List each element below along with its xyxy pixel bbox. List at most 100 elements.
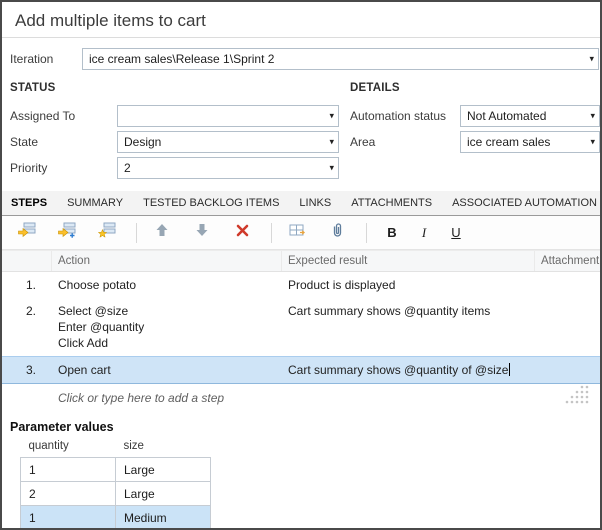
delete-step-button[interactable] — [229, 221, 255, 245]
step-number[interactable]: 2. — [2, 303, 52, 351]
add-step-hint[interactable]: Click or type here to add a step — [2, 384, 600, 412]
assigned-to-combobox[interactable]: ▾ — [117, 105, 339, 127]
parameter-row[interactable]: 2 Large — [21, 482, 211, 506]
state-label: State — [10, 135, 117, 149]
param-cell-size[interactable]: Large — [116, 458, 211, 482]
details-heading: DETAILS — [350, 82, 600, 96]
param-cell-quantity[interactable]: 1 — [21, 458, 116, 482]
assigned-to-row: Assigned To ▾ — [10, 105, 340, 127]
insert-parameter-icon — [289, 223, 306, 242]
step-number[interactable]: 1. — [2, 277, 52, 293]
add-attachment-button[interactable] — [324, 221, 350, 245]
page-title: Add multiple items to cart — [2, 2, 600, 38]
param-cell-quantity[interactable]: 1 — [21, 506, 116, 530]
tab-attachments[interactable]: ATTACHMENTS — [341, 191, 442, 215]
step-expected[interactable]: Cart summary shows @quantity of @size — [282, 362, 535, 378]
state-value: Design — [124, 135, 161, 149]
expected-result-column-header: Expected result — [282, 251, 535, 271]
move-up-icon — [155, 223, 169, 242]
tab-summary[interactable]: SUMMARY — [57, 191, 133, 215]
insert-step-with-result-icon — [58, 222, 76, 243]
parameter-row-selected[interactable]: 1 Medium — [21, 506, 211, 530]
insert-parameter-button[interactable] — [284, 221, 310, 245]
italic-button[interactable]: I — [411, 221, 437, 245]
priority-row: Priority 2 ▾ — [10, 157, 340, 179]
param-cell-quantity[interactable]: 2 — [21, 482, 116, 506]
move-step-up-button[interactable] — [149, 221, 175, 245]
tab-tested-backlog-items[interactable]: TESTED BACKLOG ITEMS — [133, 191, 289, 215]
param-cell-size[interactable]: Medium — [116, 506, 211, 530]
chevron-down-icon: ▾ — [329, 112, 334, 121]
step-expected[interactable]: Cart summary shows @quantity items — [282, 303, 535, 351]
tab-associated-automation[interactable]: ASSOCIATED AUTOMATION — [442, 191, 602, 215]
details-section: DETAILS Automation status Not Automated … — [350, 80, 600, 183]
step-attachment[interactable] — [535, 303, 600, 351]
param-column-size: size — [116, 438, 211, 458]
automation-status-combobox[interactable]: Not Automated ▾ — [460, 105, 600, 127]
step-action[interactable]: Open cart — [52, 362, 282, 378]
toolbar-separator — [271, 223, 272, 243]
grid-resize-grip-icon[interactable] — [560, 384, 590, 406]
priority-value: 2 — [124, 161, 131, 175]
insert-shared-steps-button[interactable] — [94, 221, 120, 245]
toolbar-separator — [136, 223, 137, 243]
state-combobox[interactable]: Design ▾ — [117, 131, 339, 153]
area-combobox[interactable]: ice cream sales ▾ — [460, 131, 600, 153]
underline-button[interactable]: U — [443, 221, 469, 245]
iteration-combobox[interactable]: ice cream sales\Release 1\Sprint 2 ▾ — [82, 48, 599, 70]
area-row: Area ice cream sales ▾ — [350, 131, 600, 153]
step-attachment[interactable] — [535, 362, 600, 378]
status-section: STATUS Assigned To ▾ State Design ▾ Prio… — [10, 80, 340, 183]
parameter-values-section: Parameter values quantity size 1 Large 2… — [10, 420, 600, 530]
param-cell-size[interactable]: Large — [116, 482, 211, 506]
parameter-row[interactable]: 1 Large — [21, 458, 211, 482]
status-details-form: STATUS Assigned To ▾ State Design ▾ Prio… — [10, 80, 600, 183]
bold-button[interactable]: B — [379, 221, 405, 245]
steps-grid: Action Expected result Attachment 1. Cho… — [2, 250, 600, 412]
chevron-down-icon: ▾ — [590, 112, 595, 121]
step-row[interactable]: 1. Choose potato Product is displayed — [2, 272, 600, 298]
status-heading: STATUS — [10, 82, 340, 96]
chevron-down-icon: ▾ — [590, 138, 595, 147]
step-action[interactable]: Select @size Enter @quantity Click Add — [52, 303, 282, 351]
insert-step-button[interactable] — [14, 221, 40, 245]
text-caret — [509, 363, 510, 376]
area-value: ice cream sales — [467, 135, 550, 149]
step-number-column-header — [2, 251, 52, 271]
chevron-down-icon: ▾ — [329, 138, 334, 147]
chevron-down-icon: ▾ — [329, 164, 334, 173]
parameter-table: quantity size 1 Large 2 Large 1 Medium — [20, 438, 211, 530]
step-row-selected[interactable]: 3. Open cart Cart summary shows @quantit… — [2, 356, 600, 384]
action-column-header: Action — [52, 251, 282, 271]
steps-grid-header: Action Expected result Attachment — [2, 250, 600, 272]
automation-status-value: Not Automated — [467, 109, 546, 123]
priority-combobox[interactable]: 2 ▾ — [117, 157, 339, 179]
step-action[interactable]: Choose potato — [52, 277, 282, 293]
automation-status-label: Automation status — [350, 109, 460, 123]
tab-strip: STEPS SUMMARY TESTED BACKLOG ITEMS LINKS… — [2, 191, 600, 216]
parameter-values-heading: Parameter values — [10, 420, 600, 434]
area-label: Area — [350, 135, 460, 149]
state-row: State Design ▾ — [10, 131, 340, 153]
automation-status-row: Automation status Not Automated ▾ — [350, 105, 600, 127]
step-attachment[interactable] — [535, 277, 600, 293]
assigned-to-label: Assigned To — [10, 109, 117, 123]
step-expected-text: Cart summary shows @quantity of @size — [288, 363, 508, 377]
delete-icon — [236, 224, 249, 242]
insert-step-icon — [18, 222, 36, 243]
tab-links[interactable]: LINKS — [289, 191, 341, 215]
move-down-icon — [195, 223, 209, 242]
toolbar-separator — [366, 223, 367, 243]
step-row[interactable]: 2. Select @size Enter @quantity Click Ad… — [2, 298, 600, 356]
insert-step-with-result-button[interactable] — [54, 221, 80, 245]
iteration-field-row: Iteration ice cream sales\Release 1\Spri… — [10, 48, 599, 70]
step-number[interactable]: 3. — [2, 362, 52, 378]
priority-label: Priority — [10, 161, 117, 175]
tab-steps[interactable]: STEPS — [8, 191, 57, 215]
step-expected[interactable]: Product is displayed — [282, 277, 535, 293]
param-column-quantity: quantity — [21, 438, 116, 458]
attachment-column-header: Attachment — [535, 251, 600, 271]
insert-shared-steps-icon — [98, 222, 116, 243]
iteration-label: Iteration — [10, 52, 82, 66]
move-step-down-button[interactable] — [189, 221, 215, 245]
